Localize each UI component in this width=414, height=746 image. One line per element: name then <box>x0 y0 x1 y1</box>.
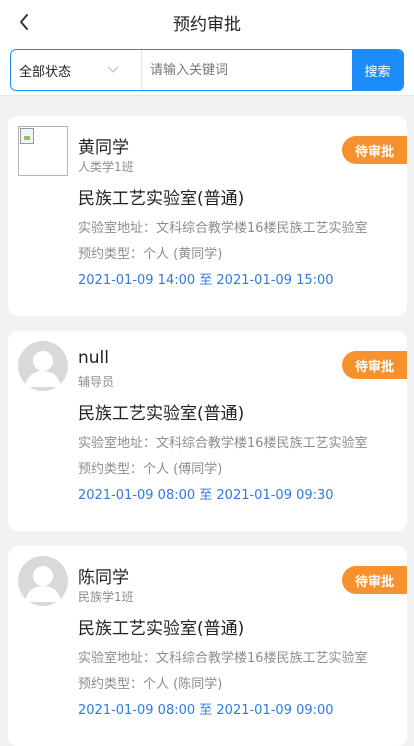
applicant-class: 民族学1班 <box>78 590 134 604</box>
chevron-left-icon <box>20 14 28 30</box>
broken-image-icon <box>18 126 68 176</box>
reservation-type: 预约类型：个人 (陈同学) <box>78 677 223 692</box>
reservation-time: 2021-01-09 08:00 至 2021-01-09 09:30 <box>78 488 334 503</box>
search-input[interactable] <box>142 50 352 90</box>
reservation-time: 2021-01-09 14:00 至 2021-01-09 15:00 <box>78 273 334 288</box>
status-badge: 待审批 <box>342 351 407 379</box>
reservation-card[interactable]: 黄同学 人类学1班 待审批 民族工艺实验室(普通) 实验室地址：文科综合教学楼1… <box>8 116 407 316</box>
status-badge: 待审批 <box>342 566 407 594</box>
applicant-name: 黄同学 <box>78 138 129 158</box>
reservation-card[interactable]: null 辅导员 待审批 民族工艺实验室(普通) 实验室地址：文科综合教学楼16… <box>8 331 407 531</box>
lab-name: 民族工艺实验室(普通) <box>78 404 245 424</box>
user-avatar-icon <box>18 341 68 391</box>
applicant-class: 辅导员 <box>78 375 115 389</box>
back-button[interactable] <box>10 8 38 36</box>
chevron-down-icon <box>107 64 119 76</box>
reservation-time: 2021-01-09 08:00 至 2021-01-09 09:00 <box>78 703 334 718</box>
search-button[interactable]: 搜索 <box>352 50 403 90</box>
lab-name: 民族工艺实验室(普通) <box>78 619 245 639</box>
page-title: 预约审批 <box>173 14 241 35</box>
lab-address: 实验室地址：文科综合教学楼16楼民族工艺实验室 <box>78 651 368 666</box>
search-box: 全部状态 搜索 <box>10 49 404 91</box>
applicant-name: null <box>78 348 109 368</box>
status-filter-label: 全部状态 <box>19 64 72 80</box>
reservation-card[interactable]: 陈同学 民族学1班 待审批 民族工艺实验室(普通) 实验室地址：文科综合教学楼1… <box>8 546 407 746</box>
applicant-name: 陈同学 <box>78 568 129 588</box>
lab-address: 实验室地址：文科综合教学楼16楼民族工艺实验室 <box>78 221 368 236</box>
user-avatar-icon <box>18 556 68 606</box>
applicant-class: 人类学1班 <box>78 160 134 174</box>
top-navigation-bar: 预约审批 <box>0 0 414 44</box>
reservation-type: 预约类型：个人 (黄同学) <box>78 247 223 262</box>
status-filter-dropdown[interactable]: 全部状态 <box>11 50 142 90</box>
lab-name: 民族工艺实验室(普通) <box>78 189 245 209</box>
search-bar: 全部状态 搜索 <box>0 44 414 96</box>
lab-address: 实验室地址：文科综合教学楼16楼民族工艺实验室 <box>78 436 368 451</box>
status-badge: 待审批 <box>342 136 407 164</box>
reservation-type: 预约类型：个人 (傅同学) <box>78 462 223 477</box>
